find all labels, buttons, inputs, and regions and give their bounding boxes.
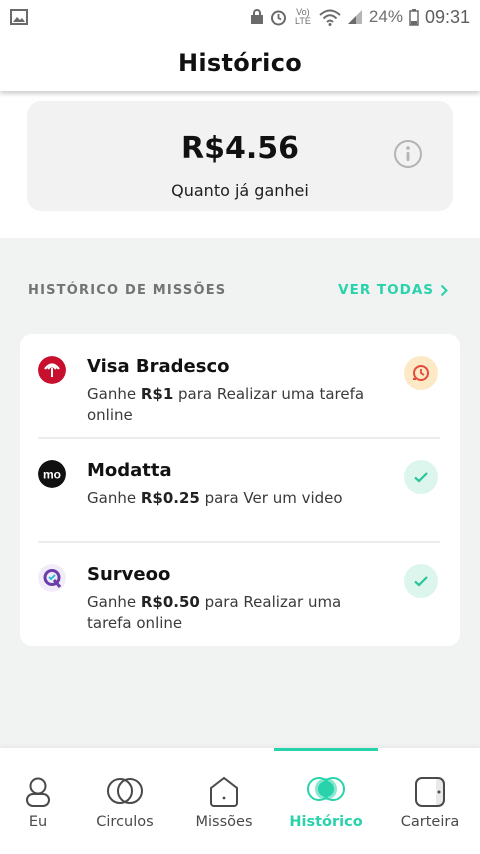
tab-carteira[interactable]: Carteira: [390, 748, 470, 854]
mission-name: Surveoo: [87, 564, 171, 585]
mission-description: Ganhe R$0.25 para Ver um video: [87, 489, 343, 507]
tab-label: Missões: [195, 814, 253, 830]
tab-eu[interactable]: Eu: [0, 748, 76, 854]
list-item[interactable]: mo Modatta Ganhe R$0.25 para Ver um vide…: [20, 438, 460, 542]
status-bar: Vo) LTE 24% 09:31: [0, 0, 480, 34]
section-title: HISTÓRICO DE MISSÕES: [28, 282, 227, 298]
circles-icon: [107, 778, 143, 804]
earnings-amount: R$4.56: [181, 131, 299, 166]
earnings-card: R$4.56 Quanto já ganhei: [27, 101, 453, 211]
mission-reward: R$0.25: [140, 489, 200, 507]
mission-name: Visa Bradesco: [87, 356, 230, 377]
gallery-notification-icon: [10, 9, 28, 25]
clock-time: 09:31: [424, 6, 470, 27]
bradesco-logo-icon: [38, 356, 66, 384]
earnings-label: Quanto já ganhei: [171, 181, 309, 200]
status-badge: [404, 564, 438, 598]
list-item[interactable]: Surveoo Ganhe R$0.50 para Realizar uma t…: [20, 542, 460, 646]
wifi-icon: [319, 9, 341, 26]
history-icon: [307, 777, 345, 801]
status-badge: [404, 356, 438, 390]
volte-indicator: Vo) LTE: [295, 7, 311, 26]
tab-circulos[interactable]: Circulos: [84, 748, 166, 854]
tab-missoes[interactable]: Missões: [184, 748, 264, 854]
check-icon: [414, 576, 428, 587]
mission-name: Modatta: [87, 460, 172, 481]
bottom-tab-bar: Eu Circulos Missões Histórico Carteira: [0, 748, 480, 854]
missions-list: Visa Bradesco Ganhe R$1 para Realizar um…: [20, 334, 460, 646]
signal-icon: [347, 10, 362, 24]
alarm-icon: [270, 10, 286, 25]
tab-label: Eu: [28, 814, 48, 830]
app-header: Histórico: [0, 34, 480, 91]
info-icon[interactable]: [393, 139, 423, 169]
earnings-area: R$4.56 Quanto já ganhei: [0, 91, 480, 238]
house-icon: [210, 776, 238, 807]
user-icon: [26, 777, 50, 807]
list-item[interactable]: Visa Bradesco Ganhe R$1 para Realizar um…: [20, 334, 460, 438]
lock-notification-icon: [250, 9, 263, 24]
chevron-right-icon: [440, 284, 448, 296]
battery-icon: [409, 8, 419, 26]
wallet-icon: [415, 777, 445, 807]
status-badge: [404, 460, 438, 494]
mission-reward: R$0.50: [140, 593, 200, 611]
battery-percent: 24%: [368, 7, 403, 26]
tab-label: Circulos: [96, 814, 154, 830]
tab-historico[interactable]: Histórico: [276, 748, 376, 854]
mission-description: Ganhe R$0.50 para Realizar uma tarefa on…: [87, 593, 342, 632]
modatta-logo-icon: mo: [38, 460, 66, 488]
tab-label: Histórico: [289, 814, 363, 830]
surveoo-logo-icon: [38, 564, 66, 592]
missions-section-header: HISTÓRICO DE MISSÕES VER TODAS: [28, 280, 448, 300]
mission-description: Ganhe R$1 para Realizar uma tarefa onlin…: [87, 385, 365, 424]
see-all-label: VER TODAS: [338, 282, 434, 298]
clock-alert-icon: [413, 365, 429, 381]
mission-reward: R$1: [140, 385, 174, 403]
svg-text:mo: mo: [43, 468, 61, 482]
check-icon: [414, 472, 428, 483]
page-title: Histórico: [177, 48, 303, 77]
see-all-link[interactable]: VER TODAS: [338, 282, 448, 298]
tab-label: Carteira: [400, 814, 460, 830]
